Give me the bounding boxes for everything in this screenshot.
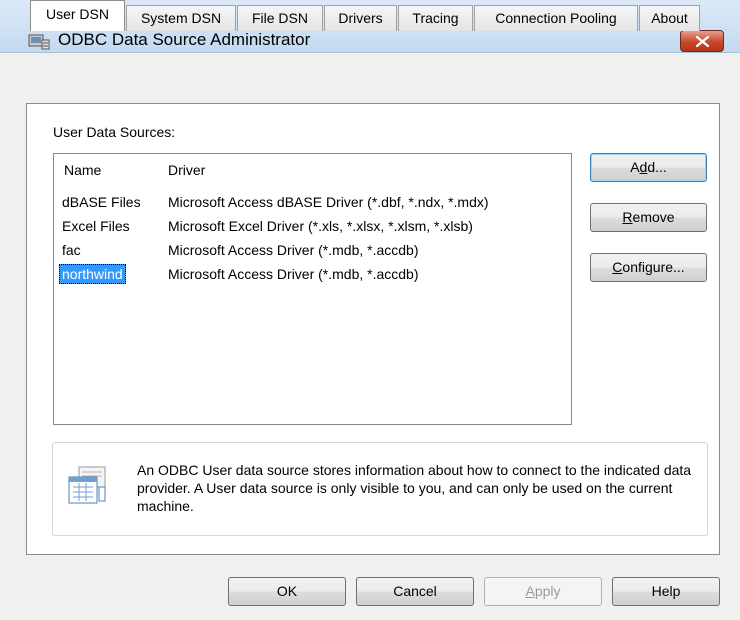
cancel-button[interactable]: Cancel bbox=[356, 577, 474, 606]
configure-button[interactable]: Configure... bbox=[590, 253, 707, 282]
tab-file-dsn[interactable]: File DSN bbox=[237, 5, 323, 31]
column-header-driver-label: Driver bbox=[168, 162, 206, 178]
apply-button[interactable]: Apply bbox=[484, 577, 602, 606]
add-button-label-rest: d... bbox=[647, 159, 667, 175]
tab-drivers[interactable]: Drivers bbox=[324, 5, 397, 31]
apply-button-accel: A bbox=[525, 583, 535, 599]
tab-connection-pooling[interactable]: Connection Pooling bbox=[474, 5, 638, 31]
row-driver: Microsoft Access dBASE Driver (*.dbf, *.… bbox=[168, 194, 489, 210]
remove-button-label-rest: emove bbox=[632, 209, 675, 225]
column-header-name[interactable]: Name bbox=[64, 154, 154, 186]
tab-system-dsn[interactable]: System DSN bbox=[126, 5, 236, 31]
row-driver: Microsoft Excel Driver (*.xls, *.xlsx, *… bbox=[168, 218, 473, 234]
odbc-info-icon bbox=[65, 463, 115, 512]
user-data-sources-label: User Data Sources: bbox=[53, 124, 176, 140]
row-name: Excel Files bbox=[62, 218, 130, 234]
column-header-driver[interactable]: Driver bbox=[168, 154, 568, 186]
remove-button-accel: R bbox=[622, 209, 633, 225]
row-name: northwind bbox=[59, 264, 126, 284]
row-name: dBASE Files bbox=[62, 194, 141, 210]
window-title: ODBC Data Source Administrator bbox=[58, 30, 311, 49]
column-header-name-label: Name bbox=[64, 162, 102, 178]
help-button[interactable]: Help bbox=[612, 577, 720, 606]
add-button-label: A bbox=[630, 159, 640, 175]
odbc-admin-window: ODBC Data Source Administrator User DSN … bbox=[0, 0, 740, 620]
odbc-app-icon bbox=[28, 32, 50, 50]
row-name: fac bbox=[62, 242, 81, 258]
configure-button-label-rest: onfigure... bbox=[622, 259, 685, 275]
info-description: An ODBC User data source stores informat… bbox=[137, 462, 692, 514]
close-icon bbox=[696, 36, 709, 47]
row-driver: Microsoft Access Driver (*.mdb, *.accdb) bbox=[168, 242, 419, 258]
add-button[interactable]: Add... bbox=[590, 153, 707, 182]
close-button[interactable] bbox=[680, 30, 724, 52]
remove-button[interactable]: Remove bbox=[590, 203, 707, 232]
tab-about[interactable]: About bbox=[639, 5, 700, 31]
ok-button[interactable]: OK bbox=[228, 577, 346, 606]
configure-button-accel: C bbox=[612, 259, 623, 275]
tab-tracing[interactable]: Tracing bbox=[398, 5, 473, 31]
tab-user-dsn[interactable]: User DSN bbox=[30, 0, 125, 31]
info-box: An ODBC User data source stores informat… bbox=[52, 442, 708, 536]
data-sources-list[interactable]: Name Driver dBASE Files Microsoft Access… bbox=[53, 153, 572, 425]
row-driver: Microsoft Access Driver (*.mdb, *.accdb) bbox=[168, 266, 419, 282]
apply-button-label-rest: pply bbox=[534, 583, 561, 599]
